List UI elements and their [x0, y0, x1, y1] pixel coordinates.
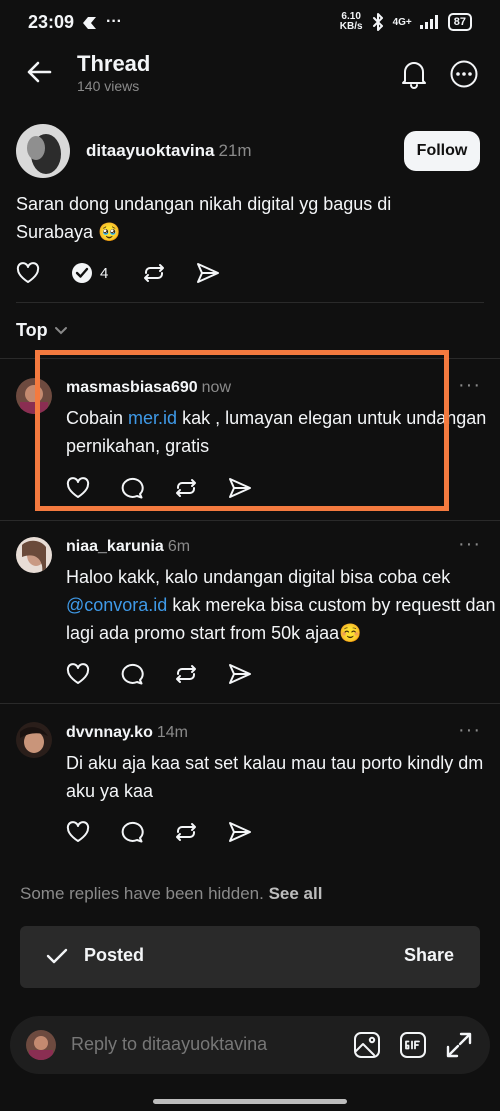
hidden-replies-note: Some replies have been hidden. See all	[20, 884, 322, 904]
comment-icon[interactable]	[120, 662, 144, 686]
threads-status-icon	[81, 15, 101, 31]
page-title: Thread	[77, 51, 151, 76]
signal-icon	[419, 15, 440, 29]
share-icon[interactable]	[228, 663, 252, 685]
reply-text: Di aku aja kaa sat set kalau mau tau por…	[66, 753, 484, 801]
more-options-icon[interactable]	[450, 60, 478, 88]
expand-icon[interactable]	[445, 1031, 473, 1059]
divider	[0, 703, 500, 704]
reply-username[interactable]: dvvnnay.ko	[66, 724, 153, 741]
battery-icon: 87	[447, 13, 472, 31]
reply-text-part: Haloo kakk, kalo undangan digital bisa c…	[66, 567, 451, 587]
reply-more-icon[interactable]: ···	[458, 374, 481, 397]
author-username[interactable]: ditaayuoktavina	[86, 141, 215, 160]
repost-icon[interactable]	[174, 820, 198, 844]
follow-button[interactable]: Follow	[404, 131, 480, 171]
like-icon[interactable]	[66, 663, 90, 685]
share-icon[interactable]	[228, 821, 252, 843]
author-avatar[interactable]	[16, 124, 70, 178]
author-name[interactable]: ditaayuoktavina 21m	[86, 141, 252, 161]
bell-icon[interactable]	[400, 59, 428, 89]
comment-icon[interactable]	[120, 820, 144, 844]
posted-toast: Posted Share	[20, 926, 480, 988]
reply-time: 6m	[167, 538, 191, 555]
like-icon[interactable]	[66, 821, 90, 843]
chevron-down-icon	[54, 326, 67, 334]
checkmark-icon	[46, 947, 68, 965]
reply-count: 4	[100, 264, 109, 282]
highlight-annotation-box	[35, 350, 449, 511]
repost-icon[interactable]	[174, 662, 198, 686]
reply-avatar[interactable]	[16, 537, 52, 573]
reply-time: 14m	[156, 724, 188, 741]
image-attach-icon[interactable]	[353, 1031, 381, 1059]
reply-link[interactable]: @convora.id	[66, 595, 167, 615]
divider	[0, 520, 500, 521]
reply-composer[interactable]: Reply to ditaayuoktavina	[10, 1016, 490, 1074]
gif-icon[interactable]	[399, 1031, 427, 1059]
hidden-replies-text: Some replies have been hidden.	[20, 884, 264, 903]
reply-input[interactable]: Reply to ditaayuoktavina	[71, 1034, 267, 1055]
reply-more-icon[interactable]: ···	[458, 533, 481, 556]
reply-text: Haloo kakk, kalo undangan digital bisa c…	[66, 563, 496, 647]
more-notifications-icon: ···	[106, 13, 122, 30]
share-icon[interactable]	[196, 262, 220, 284]
toast-share-button[interactable]: Share	[404, 945, 454, 966]
net-speed: 6.10 KB/s	[340, 12, 363, 32]
sort-dropdown[interactable]: Top	[16, 320, 68, 341]
home-indicator[interactable]	[153, 1099, 347, 1104]
divider	[16, 302, 484, 303]
reply-username[interactable]: niaa_karunia	[66, 538, 164, 555]
status-icons: 6.10 KB/s 4G+ 87	[340, 12, 472, 32]
repost-icon[interactable]	[142, 261, 166, 285]
view-count: 140 views	[77, 78, 140, 94]
net-speed-unit: KB/s	[339, 21, 363, 32]
reply-avatar[interactable]	[16, 722, 52, 758]
my-avatar	[26, 1030, 56, 1060]
like-icon[interactable]	[16, 262, 40, 284]
post-actions: 4	[16, 261, 220, 285]
post-text: Saran dong undangan nikah digital yg bag…	[16, 194, 392, 242]
back-arrow-icon[interactable]	[26, 60, 52, 84]
status-time: 23:09	[28, 12, 75, 32]
replied-check-icon[interactable]	[70, 261, 94, 285]
toast-label: Posted	[84, 945, 145, 965]
bluetooth-icon	[371, 13, 385, 31]
post-time: 21m	[218, 141, 252, 160]
network-label: 4G+	[392, 16, 412, 28]
reply-actions	[66, 662, 252, 686]
sort-label: Top	[16, 320, 48, 340]
see-all-link[interactable]: See all	[269, 884, 323, 903]
reply-author[interactable]: dvvnnay.ko 14m	[66, 724, 188, 742]
reply-more-icon[interactable]: ···	[458, 719, 481, 742]
reply-author[interactable]: niaa_karunia 6m	[66, 538, 190, 556]
reply-actions	[66, 820, 252, 844]
